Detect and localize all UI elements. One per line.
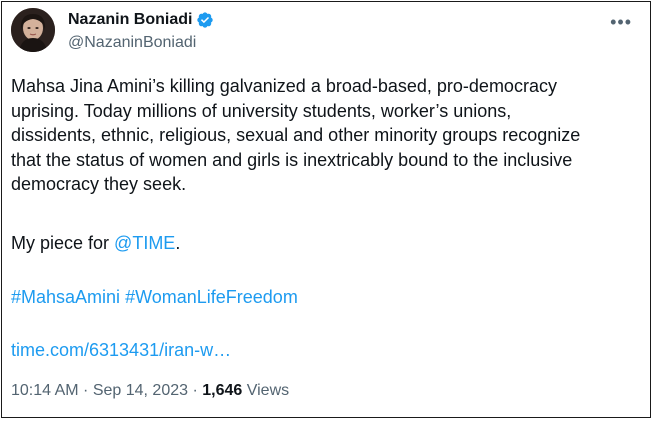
hashtags: #MahsaAmini #WomanLifeFreedom bbox=[11, 287, 298, 308]
tweet-date[interactable]: Sep 14, 2023 bbox=[93, 382, 188, 399]
avatar[interactable] bbox=[11, 8, 55, 52]
more-options-icon[interactable]: ••• bbox=[610, 12, 632, 33]
tweet-text-line: Mahsa Jina Amini’s killing galvanized a … bbox=[11, 76, 557, 96]
tweet-text-line: dissidents, ethnic, religious, sexual an… bbox=[11, 125, 581, 145]
piece-suffix: . bbox=[175, 233, 181, 253]
tweet-meta: 10:14 AM · Sep 14, 2023 · 1,646 Views bbox=[11, 382, 289, 400]
views-count: 1,646 bbox=[202, 382, 243, 399]
display-name[interactable]: Nazanin Boniadi bbox=[68, 11, 192, 29]
tweet-text-line: uprising. Today millions of university s… bbox=[11, 100, 512, 121]
avatar-image bbox=[11, 8, 55, 52]
article-link[interactable]: time.com/6313431/iran-w… bbox=[11, 340, 231, 360]
author-handle[interactable]: @NazaninBoniadi bbox=[68, 34, 196, 52]
author-name-row[interactable]: Nazanin Boniadi bbox=[68, 11, 214, 29]
verified-badge-icon bbox=[197, 12, 214, 28]
views-label: Views bbox=[242, 382, 290, 399]
hashtag-womanlifefreedom[interactable]: #WomanLifeFreedom bbox=[125, 287, 298, 307]
tweet-card[interactable]: Nazanin Boniadi @NazaninBoniadi ••• Mahs… bbox=[1, 1, 651, 418]
tweet-text-line: that the status of women and girls is in… bbox=[11, 149, 573, 170]
tweet-time[interactable]: 10:14 AM bbox=[11, 382, 79, 399]
article-link-row: time.com/6313431/iran-w… bbox=[11, 340, 231, 361]
piece-prefix: My piece for bbox=[11, 233, 115, 253]
tweet-text-line: democracy they seek. bbox=[11, 174, 187, 194]
meta-separator: · bbox=[78, 382, 93, 399]
piece-line: My piece for @TIME. bbox=[11, 233, 180, 254]
mention-time-link[interactable]: @TIME bbox=[114, 233, 175, 253]
hashtag-mahsaamini[interactable]: #MahsaAmini bbox=[11, 287, 120, 307]
tweet-body: Mahsa Jina Amini’s killing galvanized a … bbox=[11, 74, 641, 197]
meta-separator: · bbox=[188, 382, 203, 399]
